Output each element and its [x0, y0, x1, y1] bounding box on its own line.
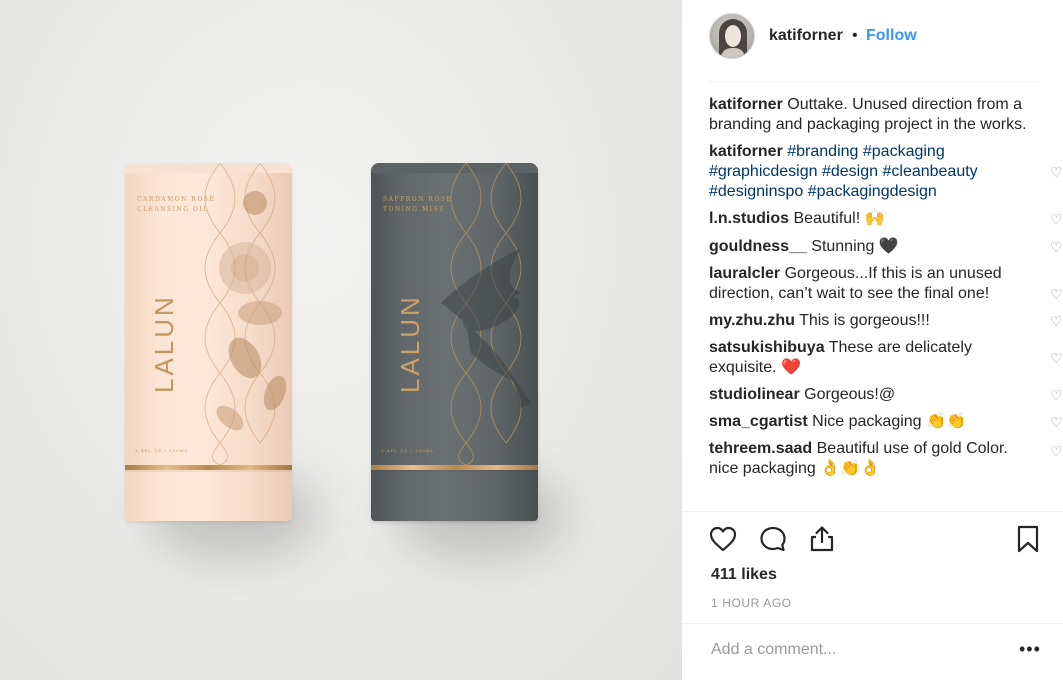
comment-username[interactable]: l.n.studios — [709, 210, 789, 227]
list-item: lauralcler Gorgeous...If this is an unus… — [709, 264, 1063, 304]
header-separator: • — [852, 27, 858, 44]
hashtag-link[interactable]: #design — [822, 163, 878, 180]
comment-username[interactable]: lauralcler — [709, 265, 780, 282]
post-sidebar: katiforner • Follow katiforner Outtake. … — [682, 0, 1063, 680]
like-comment-heart-icon[interactable]: ♡ — [1050, 415, 1063, 429]
like-comment-heart-icon[interactable]: ♡ — [1050, 287, 1063, 301]
lid-line — [371, 470, 538, 472]
comment-username[interactable]: studiolinear — [709, 386, 800, 403]
hashtag-comment: katiforner #branding #packaging #graphic… — [709, 142, 1063, 202]
like-comment-heart-icon[interactable]: ♡ — [1050, 444, 1063, 458]
add-comment-divider — [682, 623, 1063, 624]
bookmark-save-icon[interactable] — [1013, 524, 1043, 554]
list-item: l.n.studios Beautiful! 🙌 ♡ — [709, 209, 1063, 229]
comment-username[interactable]: satsukishibuya — [709, 339, 825, 356]
list-item: satsukishibuya These are delicately exqu… — [709, 338, 1063, 378]
avatar-face — [725, 25, 741, 47]
post-header: katiforner • Follow — [682, 0, 1063, 75]
list-item: tehreem.saad Beautiful use of gold Color… — [709, 439, 1063, 479]
comment-text: Stunning 🖤 — [811, 238, 899, 255]
like-comment-heart-icon[interactable]: ♡ — [1050, 212, 1063, 226]
share-upload-icon[interactable] — [807, 524, 837, 554]
more-options-icon[interactable]: ••• — [1019, 640, 1041, 658]
like-comment-heart-icon[interactable]: ♡ — [1050, 351, 1063, 365]
add-comment-input[interactable] — [711, 640, 1011, 660]
avatar-shoulders — [721, 48, 745, 58]
volume-text: 3.4FL OZ / 100ML — [135, 448, 189, 453]
caption: katiforner Outtake. Unused direction fro… — [709, 95, 1039, 135]
product-name-text: SAFFRON ROSE TONING MIST — [383, 196, 453, 213]
like-comment-heart-icon[interactable]: ♡ — [1050, 388, 1063, 402]
list-item: studiolinear Gorgeous!@ ♡ — [709, 385, 1063, 405]
like-comment-heart-icon[interactable]: ♡ — [1050, 314, 1063, 328]
caption-username[interactable]: katiforner — [709, 96, 783, 113]
avatar[interactable] — [709, 13, 755, 59]
volume-text: 3.4FL OZ / 100ML — [381, 448, 435, 453]
comment-text: Nice packaging 👏👏 — [812, 413, 966, 430]
likes-count[interactable]: 411 likes — [711, 566, 777, 584]
post-photo[interactable]: CARDAMON ROSE CLEANSING OIL LALUN 3.4FL … — [0, 0, 682, 680]
product-tube-cleansing-oil: CARDAMON ROSE CLEANSING OIL LALUN 3.4FL … — [125, 163, 292, 521]
follow-button[interactable]: Follow — [866, 27, 917, 45]
comment-username[interactable]: my.zhu.zhu — [709, 312, 795, 329]
brand-logo-text: LALUN — [149, 294, 179, 393]
hashtag-link[interactable]: #designinspo — [709, 183, 803, 200]
like-heart-icon[interactable] — [708, 524, 738, 554]
comment-text: Gorgeous!@ — [804, 386, 896, 403]
product-tube-toning-mist: SAFFRON ROSE TONING MIST LALUN 3.4FL OZ … — [371, 163, 538, 521]
brand-logo-text: LALUN — [395, 294, 425, 393]
header-divider — [709, 81, 1039, 82]
comment-username[interactable]: sma_cgartist — [709, 413, 808, 430]
comment-username[interactable]: tehreem.saad — [709, 440, 812, 457]
post-timestamp[interactable]: 1 HOUR AGO — [711, 596, 792, 610]
product-name-text: CARDAMON ROSE CLEANSING OIL — [137, 196, 216, 213]
hashtag-link[interactable]: #cleanbeauty — [882, 163, 977, 180]
actions-divider — [682, 511, 1063, 512]
lid-line — [125, 470, 292, 472]
comment-text: Beautiful! 🙌 — [793, 210, 885, 227]
hashtag-link[interactable]: #packagingdesign — [808, 183, 937, 200]
comments-list[interactable]: katiforner Outtake. Unused direction fro… — [709, 95, 1063, 511]
list-item: gouldness__ Stunning 🖤 ♡ — [709, 237, 1063, 257]
list-item: sma_cgartist Nice packaging 👏👏 ♡ — [709, 412, 1063, 432]
comment-bubble-icon[interactable] — [758, 524, 788, 554]
list-item: my.zhu.zhu This is gorgeous!!! ♡ — [709, 311, 1063, 331]
hashtag-link[interactable]: #graphicdesign — [709, 163, 818, 180]
like-comment-heart-icon[interactable]: ♡ — [1050, 165, 1063, 179]
header-username[interactable]: katiforner — [769, 27, 843, 45]
comment-text: This is gorgeous!!! — [799, 312, 930, 329]
hashtag-link[interactable]: #packaging — [863, 143, 945, 160]
hashtag-link[interactable]: #branding — [787, 143, 858, 160]
like-comment-heart-icon[interactable]: ♡ — [1050, 240, 1063, 254]
comment-username[interactable]: gouldness__ — [709, 238, 807, 255]
comment-username[interactable]: katiforner — [709, 143, 783, 160]
